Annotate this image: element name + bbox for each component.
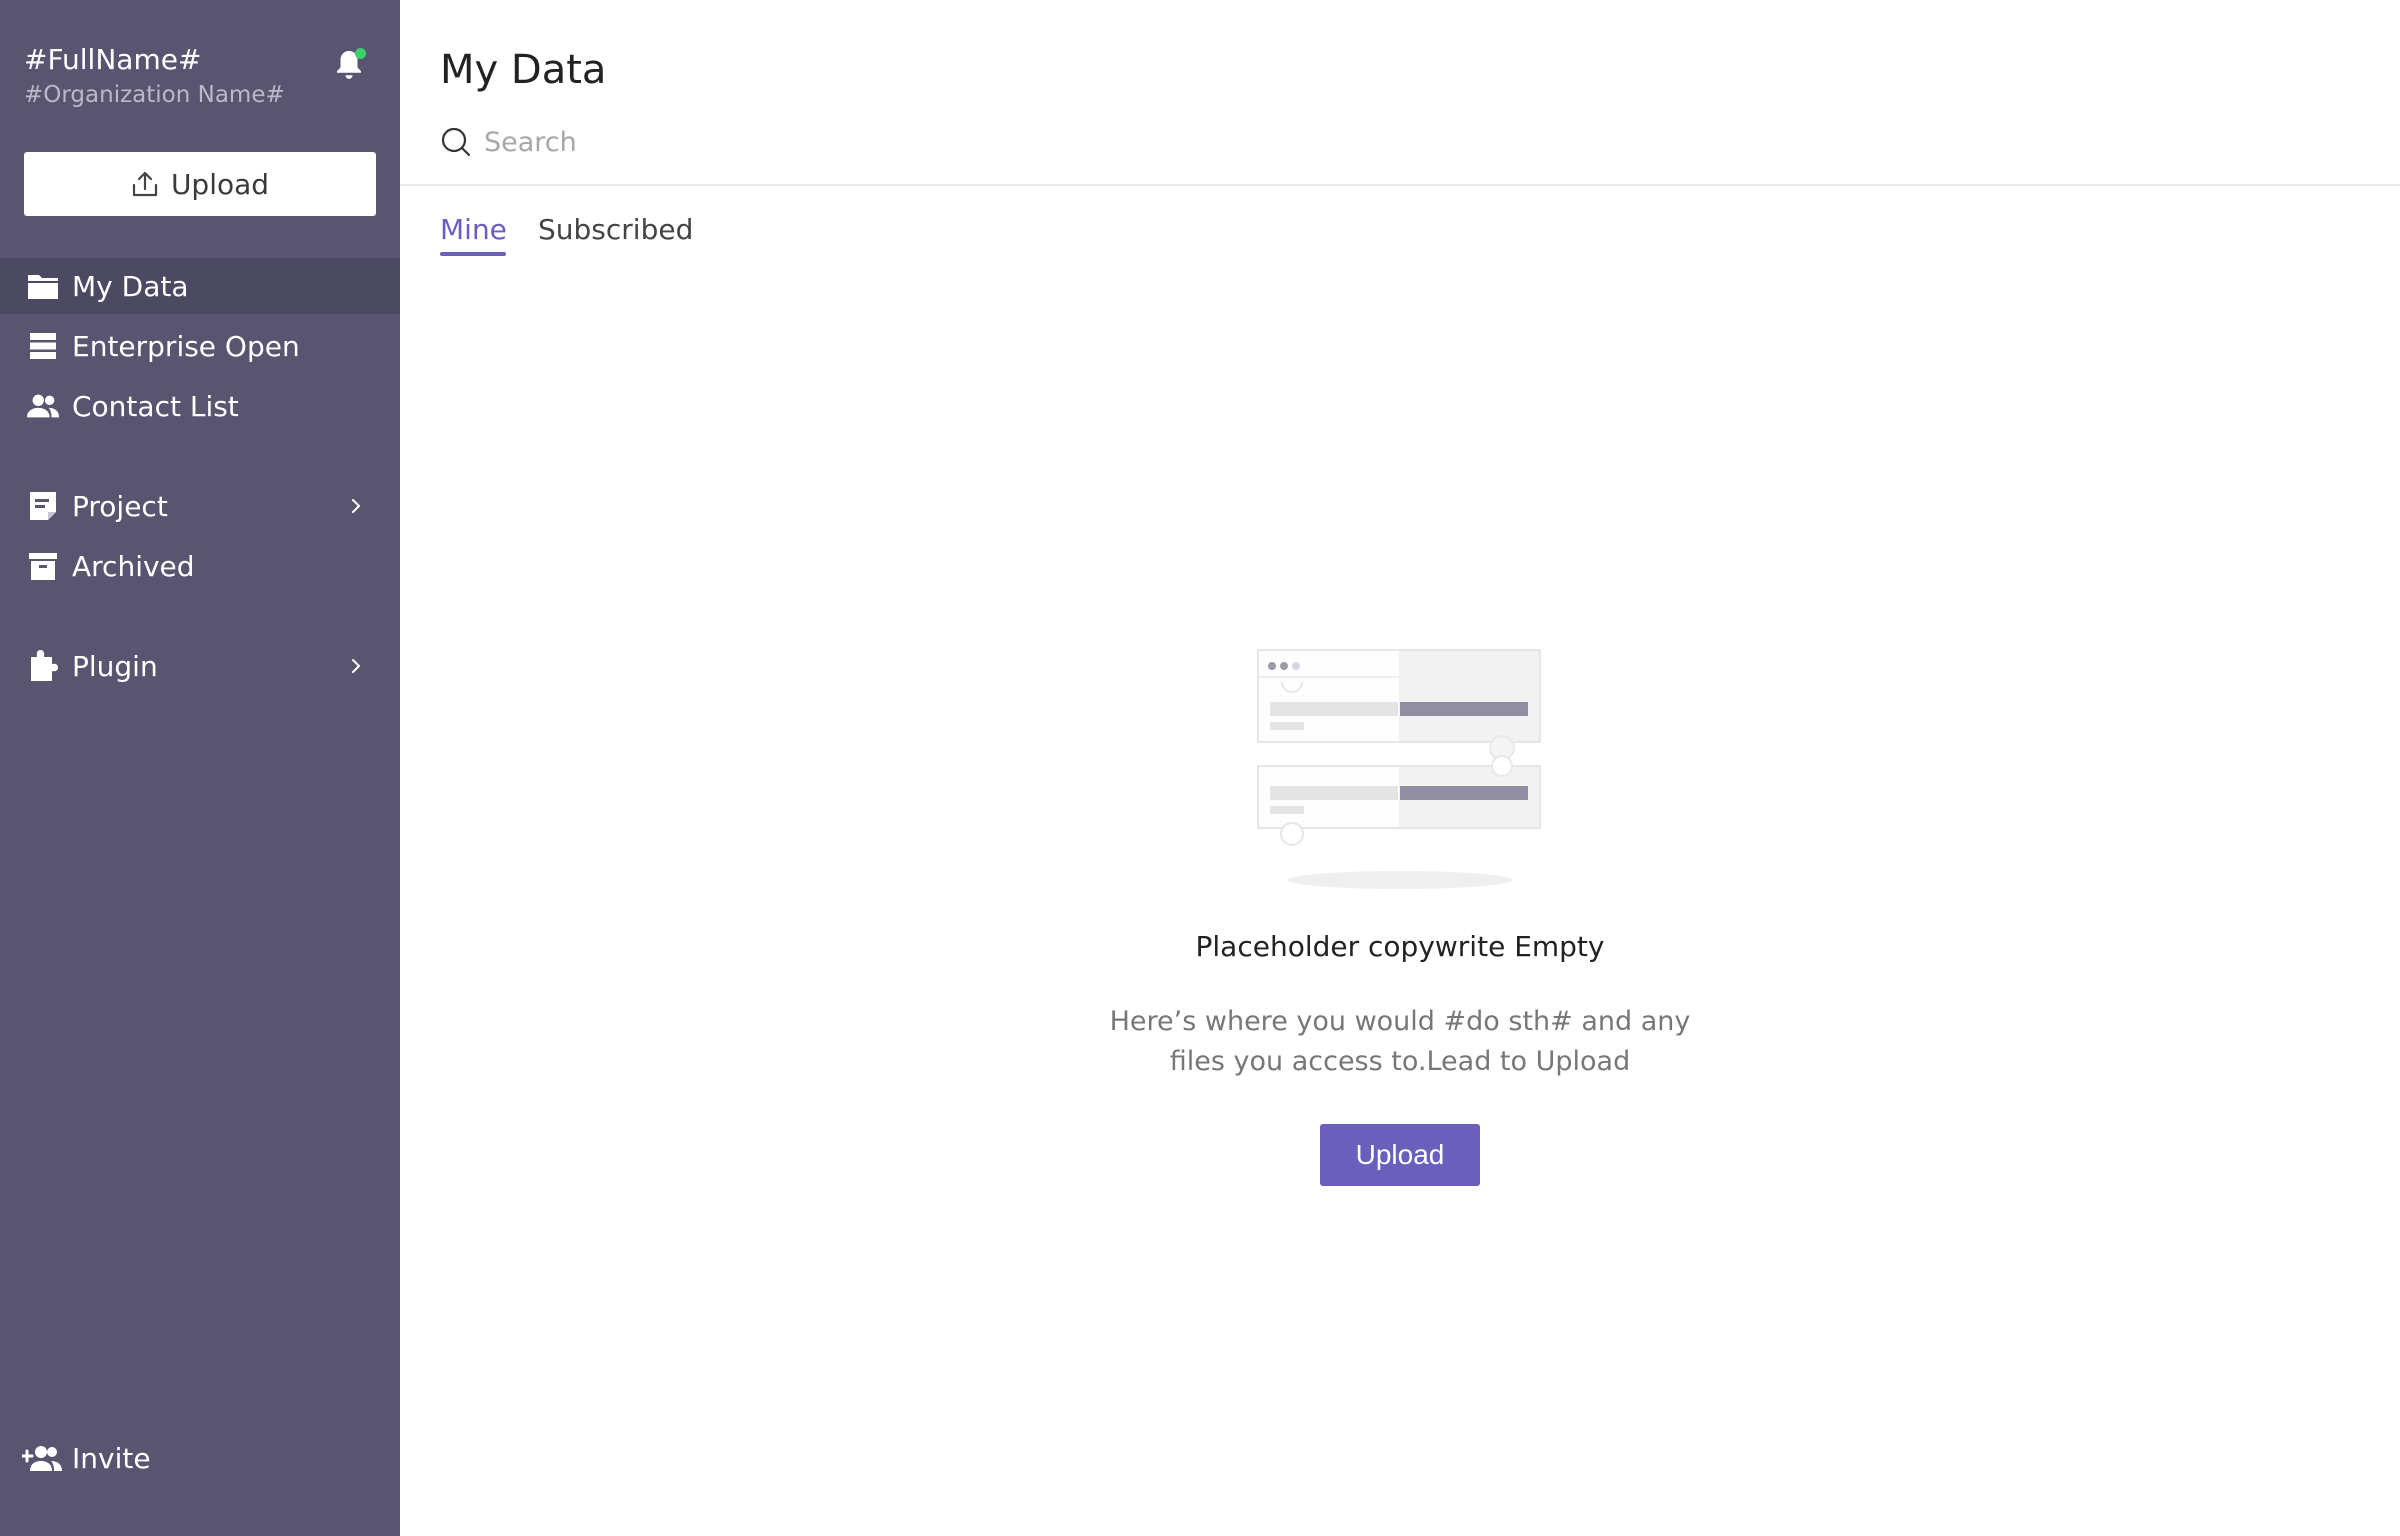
page-title: My Data — [440, 47, 607, 93]
sidebar-item-label: Enterprise Open — [72, 329, 300, 363]
sidebar-item-my-data[interactable]: My Data — [0, 258, 400, 314]
search-input[interactable] — [484, 126, 1184, 158]
header-divider — [400, 184, 2400, 186]
empty-state-description-line: files you access to.Lead to Upload — [1169, 1046, 1631, 1077]
organization-name: #Organization Name# — [24, 82, 285, 108]
sidebar-item-project[interactable]: Project — [0, 478, 400, 534]
sidebar-item-label: Plugin — [72, 649, 158, 683]
sidebar-item-label: Project — [72, 489, 168, 523]
empty-state-illustration — [1257, 649, 1541, 889]
upload-button[interactable]: Upload — [1320, 1124, 1480, 1186]
add-user-icon — [22, 1446, 62, 1471]
tab-mine[interactable]: Mine — [440, 210, 507, 250]
sidebar-item-archived[interactable]: Archived — [0, 538, 400, 594]
tab-subscribed[interactable]: Subscribed — [538, 210, 693, 250]
chevron-right-icon — [352, 659, 360, 673]
sidebar-upload-button[interactable]: Upload — [24, 152, 376, 216]
sidebar-item-label: Contact List — [72, 389, 239, 423]
chevron-right-icon — [352, 499, 360, 513]
search-bar[interactable] — [440, 122, 1240, 162]
server-icon — [26, 329, 60, 363]
contacts-icon — [26, 389, 60, 423]
sidebar-item-label: My Data — [72, 269, 189, 303]
empty-state-description-line: Here’s where you would #do sth# and any — [1109, 1006, 1691, 1037]
upload-icon — [132, 171, 158, 197]
search-icon — [441, 127, 471, 157]
invite-button[interactable]: Invite — [22, 1438, 151, 1478]
sidebar-item-plugin[interactable]: Plugin — [0, 638, 400, 694]
sidebar-item-enterprise-open[interactable]: Enterprise Open — [0, 318, 400, 374]
empty-state-description: Here’s where you would #do sth# and any … — [1000, 1002, 1800, 1082]
folder-icon — [26, 269, 60, 303]
puzzle-icon — [26, 649, 60, 683]
notification-dot — [355, 48, 366, 59]
project-icon — [26, 489, 60, 523]
invite-label: Invite — [72, 1441, 151, 1475]
sidebar: #FullName# #Organization Name# Upload My… — [0, 0, 400, 1536]
sidebar-upload-label: Upload — [170, 167, 270, 201]
user-block: #FullName# #Organization Name# — [24, 42, 285, 110]
archive-icon — [26, 549, 60, 583]
empty-state-title: Placeholder copywrite Empty — [1195, 930, 1605, 963]
user-full-name: #FullName# — [24, 43, 202, 76]
sidebar-item-contact-list[interactable]: Contact List — [0, 378, 400, 434]
sidebar-item-label: Archived — [72, 549, 195, 583]
active-tab-indicator — [440, 252, 506, 256]
